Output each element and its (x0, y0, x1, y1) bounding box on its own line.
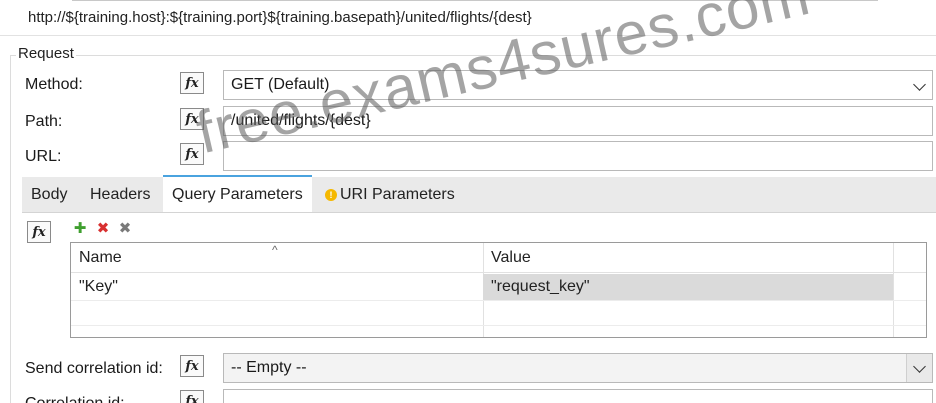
table-row[interactable]: "Key" "request_key" (71, 274, 926, 300)
chevron-down-icon (913, 78, 926, 91)
send-correlation-id-value: -- Empty -- (231, 359, 307, 376)
send-correlation-expression-button[interactable]: fx (180, 355, 204, 377)
send-correlation-id-label: Send correlation id: (25, 360, 163, 377)
url-input[interactable] (223, 141, 933, 171)
remove-all-icon[interactable]: ✖ (118, 221, 132, 236)
sort-ascending-icon: ^ (272, 243, 278, 257)
param-name-cell[interactable]: "Key" (71, 274, 483, 300)
correlation-id-expression-button[interactable]: fx (180, 390, 204, 403)
correlation-id-label: Correlation id: (25, 395, 125, 403)
chevron-down-icon (913, 360, 926, 373)
row-divider (71, 325, 926, 326)
method-expression-button[interactable]: fx (180, 72, 204, 94)
send-correlation-id-select[interactable]: -- Empty -- (223, 353, 933, 383)
path-input[interactable]: /united/flights/{dest} (223, 106, 933, 136)
separator (0, 35, 936, 36)
correlation-id-input[interactable] (223, 389, 933, 403)
method-select[interactable]: GET (Default) (223, 70, 933, 100)
method-value: GET (Default) (231, 76, 330, 93)
method-label: Method: (25, 76, 83, 93)
column-header-value[interactable]: Value (483, 243, 893, 273)
tab-query-parameters[interactable]: Query Parameters (163, 175, 312, 212)
dropdown-button[interactable] (906, 354, 932, 382)
url-expression-button[interactable]: fx (180, 143, 204, 165)
url-label: URL: (25, 148, 62, 165)
request-group-label: Request (16, 45, 76, 62)
path-expression-button[interactable]: fx (180, 108, 204, 130)
query-parameters-table[interactable]: Name ^ Value "Key" "request_key" (70, 242, 927, 338)
tab-body[interactable]: Body (22, 177, 76, 213)
row-divider (71, 300, 926, 301)
tab-uri-parameters-label: URI Parameters (340, 186, 455, 203)
path-label: Path: (25, 113, 63, 130)
top-border (72, 0, 878, 1)
warning-icon: ! (325, 189, 337, 201)
request-tabs: Body Headers Query Parameters ! URI Para… (22, 175, 936, 213)
delete-icon[interactable]: ✖ (96, 221, 110, 236)
resolved-url-text: http://${training.host}:${training.port}… (28, 9, 532, 26)
tab-headers[interactable]: Headers (81, 177, 159, 213)
table-header: Name ^ Value (71, 243, 926, 273)
add-icon[interactable]: ✚ (73, 221, 87, 236)
tab-uri-parameters[interactable]: ! URI Parameters (316, 177, 464, 213)
params-expression-button[interactable]: fx (27, 221, 51, 243)
param-value-cell[interactable]: "request_key" (483, 274, 893, 300)
